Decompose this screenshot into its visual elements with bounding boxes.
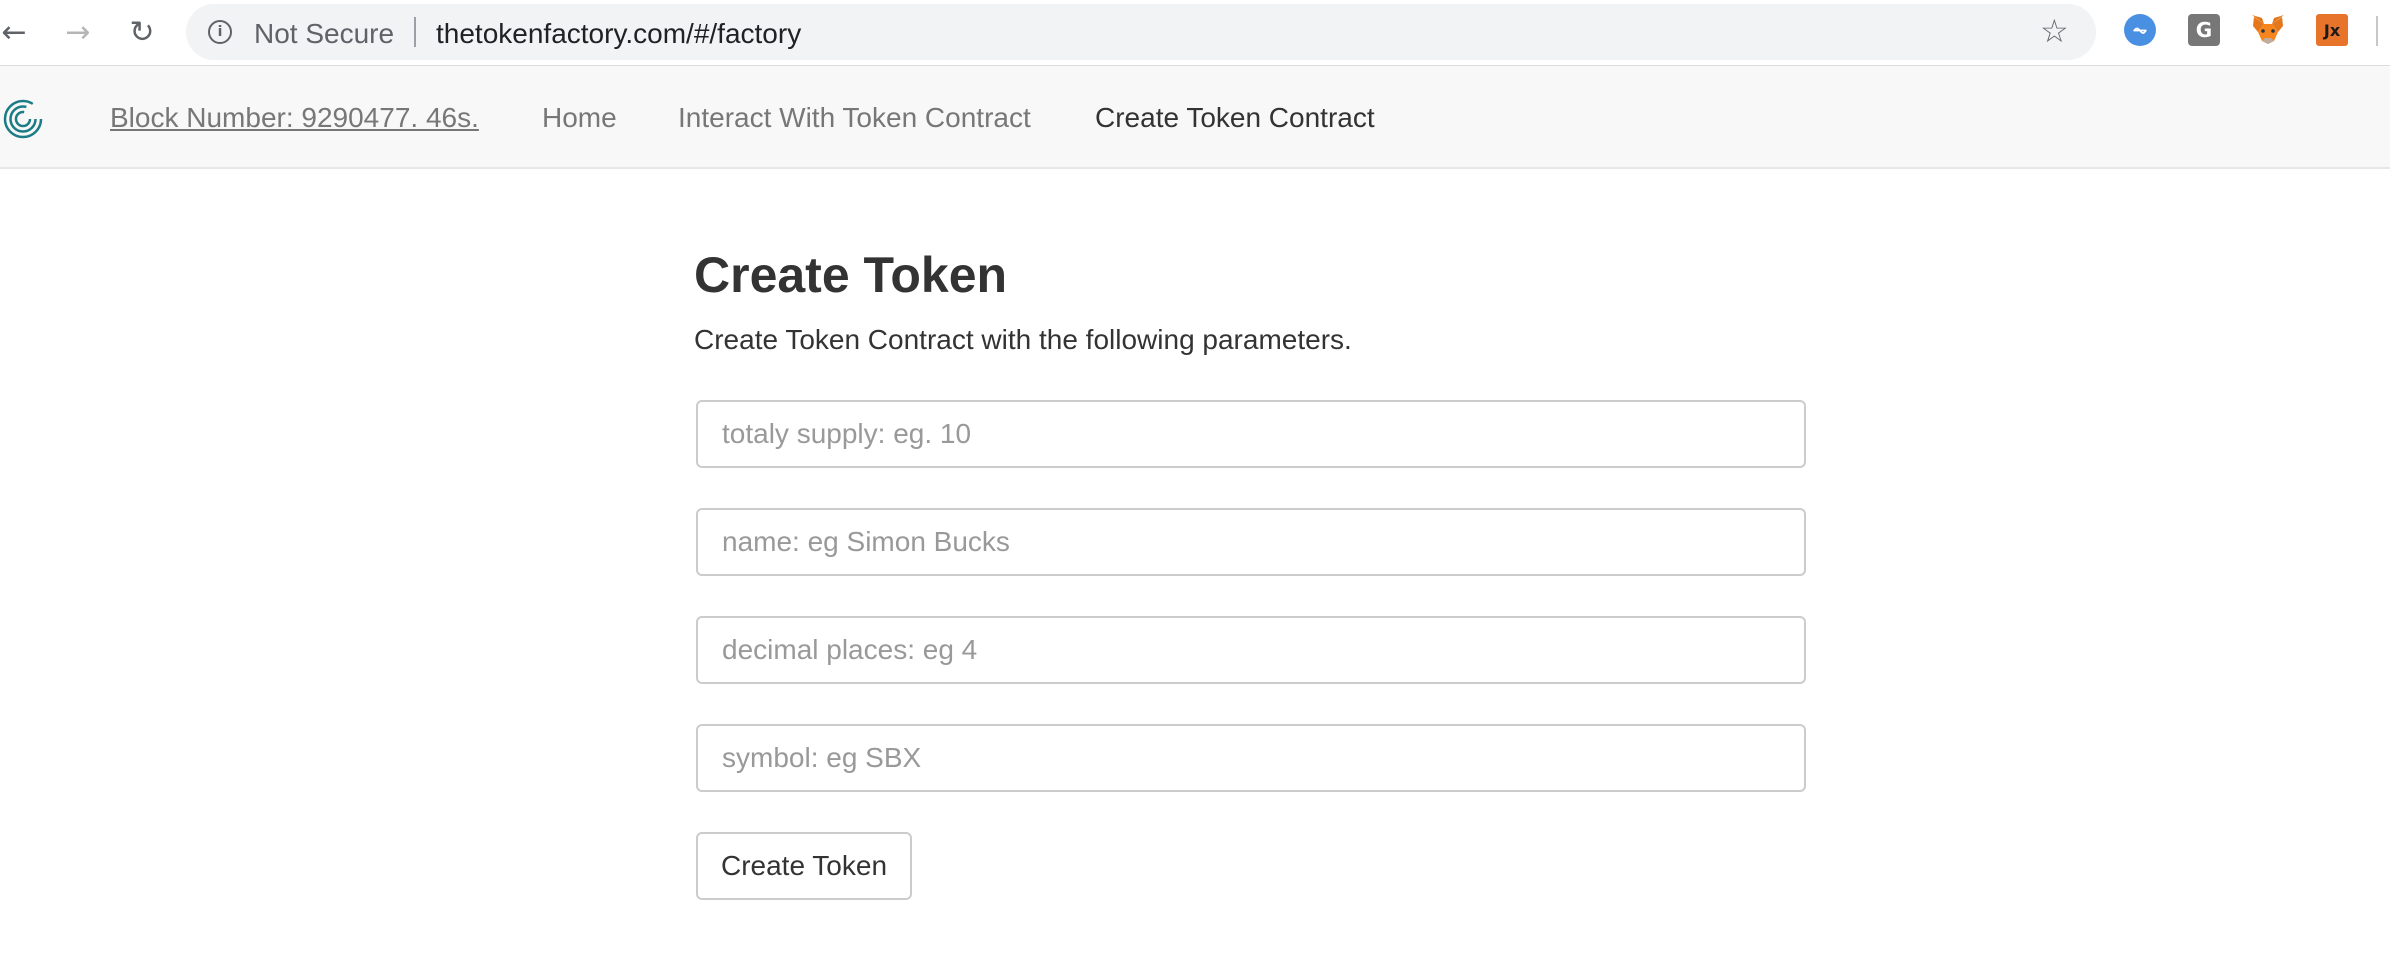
toolbar-divider [2376, 16, 2378, 46]
page-title: Create Token [694, 247, 1008, 303]
metamask-fox-icon[interactable] [2250, 14, 2286, 46]
forward-arrow-icon[interactable]: → [58, 12, 98, 52]
address-bar-divider [414, 17, 416, 47]
create-token-button[interactable]: Create Token [696, 832, 912, 900]
browser-toolbar: ← → ↻ i Not Secure thetokenfactory.com/#… [0, 0, 2390, 66]
token-name-input[interactable] [696, 508, 1806, 576]
spiral-logo-icon[interactable] [2, 98, 44, 140]
decimal-places-input[interactable] [696, 616, 1806, 684]
grammarly-extension-icon[interactable]: G [2188, 14, 2220, 46]
reload-icon[interactable]: ↻ [122, 12, 162, 52]
jx-extension-icon[interactable]: Jx [2316, 14, 2348, 46]
info-icon[interactable]: i [208, 20, 232, 44]
security-status[interactable]: Not Secure [254, 18, 394, 50]
back-arrow-icon[interactable]: ← [0, 12, 34, 52]
nav-link-create-token-contract[interactable]: Create Token Contract [1095, 102, 1375, 134]
site-navbar: Block Number: 9290477. 46s. Home Interac… [0, 66, 2390, 169]
bookmark-star-icon[interactable]: ☆ [2040, 12, 2069, 50]
nav-link-home[interactable]: Home [542, 102, 617, 134]
block-number-link[interactable]: Block Number: 9290477. 46s. [110, 102, 479, 134]
symbol-input[interactable] [696, 724, 1806, 792]
pulse-extension-icon[interactable]: ⏦ [2124, 14, 2156, 46]
page-subtitle: Create Token Contract with the following… [694, 324, 1352, 355]
nav-link-interact-token-contract[interactable]: Interact With Token Contract [678, 102, 1031, 134]
url-text[interactable]: thetokenfactory.com/#/factory [436, 18, 801, 50]
address-bar[interactable]: i Not Secure thetokenfactory.com/#/facto… [186, 4, 2096, 60]
total-supply-input[interactable] [696, 400, 1806, 468]
